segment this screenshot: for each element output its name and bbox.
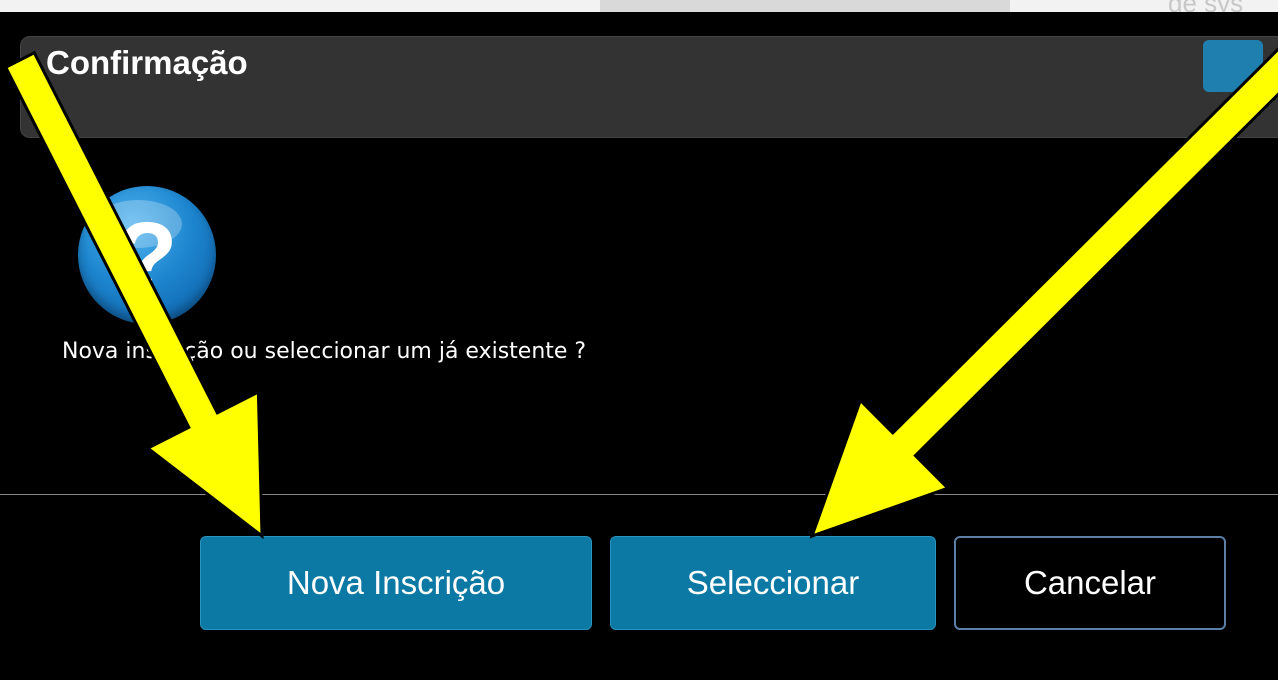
dialog-message: Nova inscrição ou seleccionar um já exis… bbox=[62, 339, 587, 364]
close-icon[interactable] bbox=[1203, 40, 1263, 92]
question-icon: ? bbox=[78, 186, 216, 324]
background-bar bbox=[600, 0, 1010, 12]
new-registration-button[interactable]: Nova Inscrição bbox=[200, 536, 592, 630]
footer-divider bbox=[0, 494, 1278, 495]
confirmation-dialog: Confirmação ? Nova inscrição ou seleccio… bbox=[0, 12, 1278, 680]
dialog-title: Confirmação bbox=[46, 44, 248, 81]
cancel-button[interactable]: Cancelar bbox=[954, 536, 1226, 630]
svg-text:?: ? bbox=[116, 202, 177, 314]
select-button[interactable]: Seleccionar bbox=[610, 536, 936, 630]
